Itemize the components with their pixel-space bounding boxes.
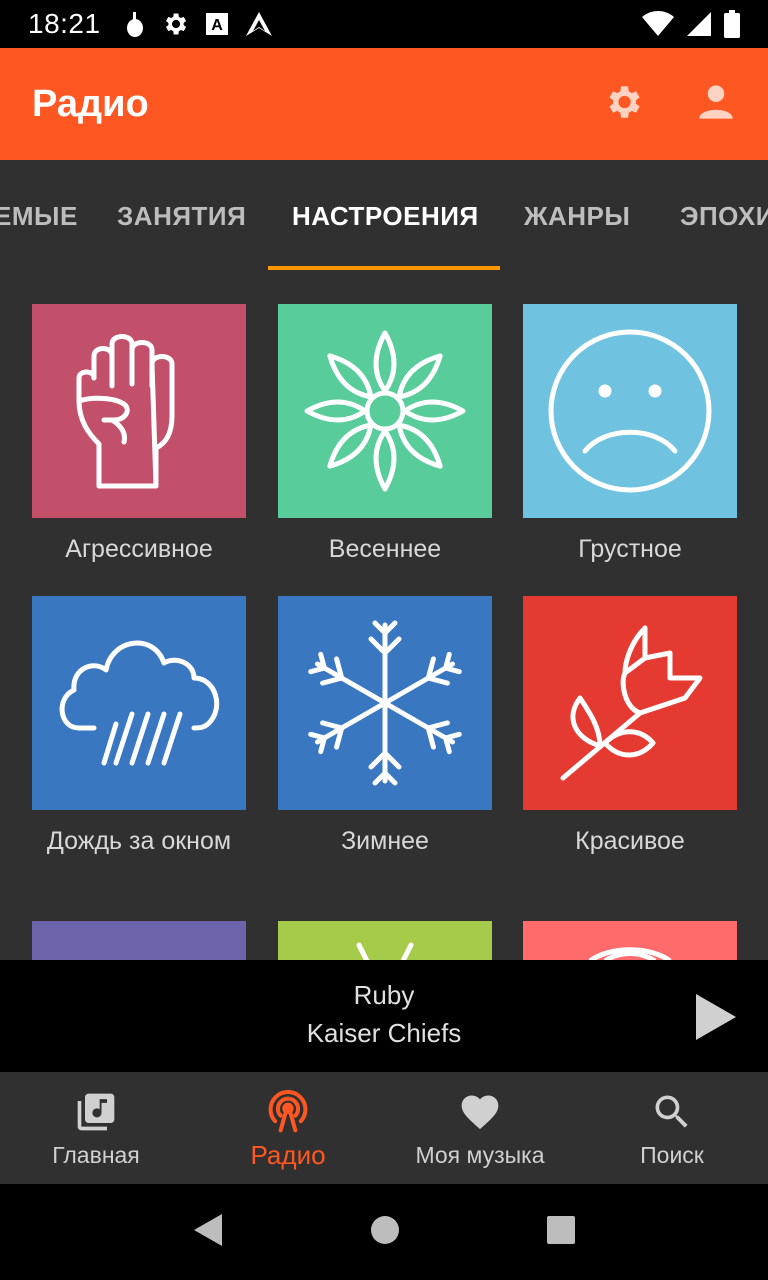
arrow-notification-icon [245, 11, 273, 37]
home-button[interactable] [369, 1214, 401, 1251]
tab-genres[interactable]: ЖАНРЫ [524, 160, 630, 272]
system-navigation-bar [0, 1184, 768, 1280]
mood-image [278, 921, 492, 960]
nav-label: Моя музыка [415, 1142, 545, 1168]
mood-tile-9[interactable] [523, 921, 737, 960]
nav-my-music[interactable]: Моя музыка [384, 1072, 576, 1184]
play-button[interactable] [694, 992, 738, 1047]
rain-cloud-icon [59, 640, 220, 766]
mood-partial-icon [356, 942, 414, 960]
settings-notification-icon [161, 10, 189, 38]
tab-eras[interactable]: ЭПОХИ [680, 160, 768, 272]
svg-text:A: A [211, 17, 223, 34]
nav-home[interactable]: Главная [0, 1072, 192, 1184]
nav-label: Поиск [640, 1142, 704, 1168]
status-bar: 18:21 A [0, 0, 768, 48]
profile-button[interactable] [696, 82, 736, 127]
mini-player[interactable]: Ruby Kaiser Chiefs [0, 960, 768, 1072]
tab-indicator [268, 266, 500, 270]
wifi-icon [642, 11, 674, 37]
mood-label: Дождь за окном [46, 827, 232, 855]
snowflake-icon [300, 620, 470, 788]
app-bar: Радио [0, 48, 768, 160]
nav-label: Радио [250, 1140, 326, 1170]
category-tabs: ЕМЫЕ ЗАНЯТИЯ НАСТРОЕНИЯ ЖАНРЫ ЭПОХИ [0, 160, 768, 272]
nav-label: Главная [52, 1142, 140, 1168]
tab-popular[interactable]: ЕМЫЕ [0, 160, 78, 272]
mood-tile-rain[interactable]: Дождь за окном [32, 596, 246, 858]
track-title: Ruby [353, 980, 415, 1010]
battery-icon [724, 10, 740, 38]
mood-image [523, 596, 737, 810]
mood-partial-icon [588, 947, 672, 960]
flower-icon [304, 330, 466, 492]
track-artist: Kaiser Chiefs [306, 1018, 462, 1048]
font-notification-icon: A [205, 12, 229, 36]
mood-label: Зимнее [341, 827, 429, 855]
notification-app-icon [125, 10, 145, 38]
mood-label: Грустное [578, 535, 682, 563]
mood-tile-aggressive[interactable]: Агрессивное [32, 304, 246, 566]
tulip-icon [560, 625, 703, 781]
settings-button[interactable] [602, 81, 644, 128]
recents-button[interactable] [546, 1215, 576, 1250]
mood-tile-7[interactable] [32, 921, 246, 960]
tab-moods[interactable]: НАСТРОЕНИЯ [292, 160, 479, 272]
signal-icon [686, 11, 712, 37]
mood-label: Красивое [575, 827, 685, 855]
heart-icon [461, 1095, 499, 1130]
radio-tower-icon [268, 1090, 308, 1133]
gear-icon [609, 85, 640, 118]
mood-image [278, 304, 492, 518]
account-icon [699, 84, 733, 119]
mood-label: Агрессивное [65, 535, 213, 563]
sad-face-icon [548, 329, 712, 493]
recents-square-icon [546, 1215, 575, 1244]
status-time: 18:21 [28, 8, 101, 39]
mood-image [523, 921, 737, 960]
nav-search[interactable]: Поиск [576, 1072, 768, 1184]
mood-image [32, 921, 246, 960]
search-icon [655, 1095, 688, 1128]
mood-tile-winter[interactable]: Зимнее [278, 596, 492, 858]
mood-image [32, 596, 246, 810]
home-circle-icon [370, 1215, 399, 1244]
fist-icon [76, 334, 175, 489]
tab-activities[interactable]: ЗАНЯТИЯ [117, 160, 246, 272]
mood-image [32, 304, 246, 518]
page-title: Радио [32, 82, 149, 125]
mood-tile-beautiful[interactable]: Красивое [523, 596, 737, 858]
mood-label: Весеннее [328, 535, 442, 563]
bottom-navigation: Главная Радио Моя музыка Поиск [0, 1072, 768, 1184]
nav-radio[interactable]: Радио [192, 1072, 384, 1184]
mood-image [278, 596, 492, 810]
play-icon [696, 994, 736, 1040]
moods-grid: Агрессивное Весеннее Грустное Дождь за о… [0, 272, 768, 960]
back-triangle-icon [194, 1213, 223, 1246]
library-music-icon [77, 1093, 115, 1131]
mood-tile-sad[interactable]: Грустное [523, 304, 737, 566]
back-button[interactable] [192, 1212, 224, 1253]
mood-tile-8[interactable] [278, 921, 492, 960]
mood-image [523, 304, 737, 518]
mood-tile-spring[interactable]: Весеннее [278, 304, 492, 566]
